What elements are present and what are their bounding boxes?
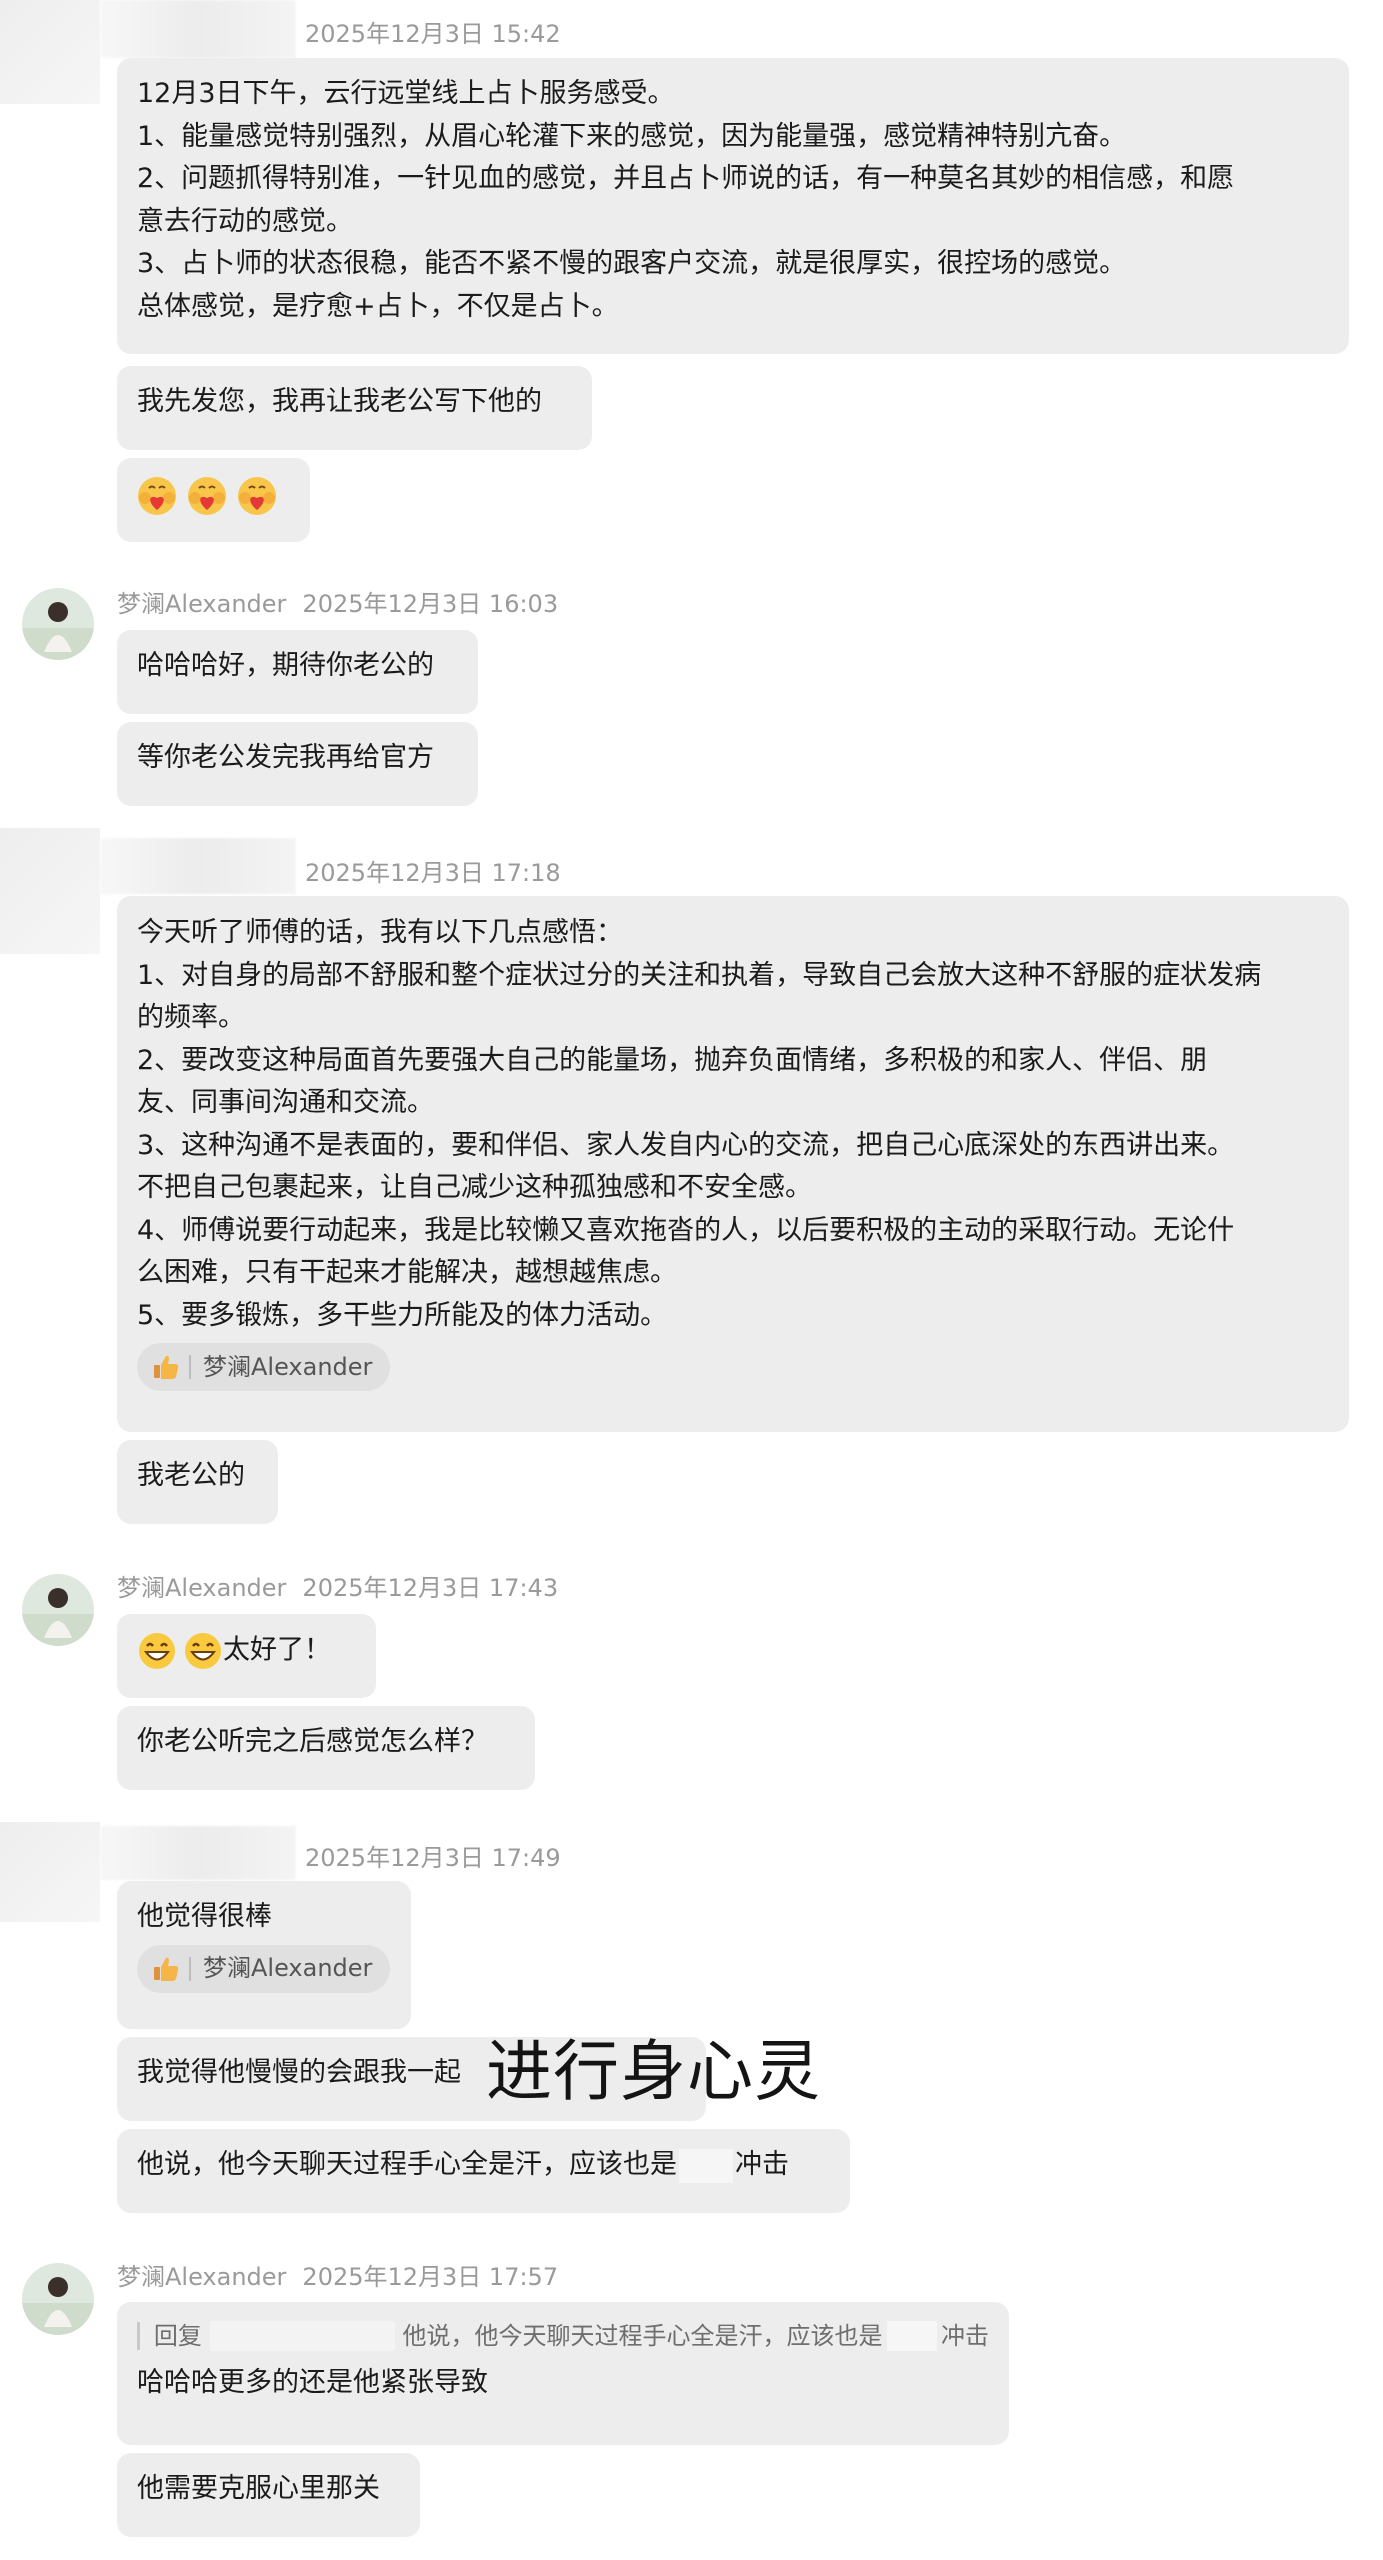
sender-name[interactable]: 梦澜Alexander (117, 590, 286, 618)
message-bubble[interactable]: 今天听了师傅的话，我有以下几点感悟： 1、对自身的局部不舒服和整个症状过分的关注… (117, 896, 1349, 1432)
message-line: 2、要改变这种局面首先要强大自己的能量场，抛弃负面情绪，多积极的和家人、伴侣、朋 (137, 1044, 1208, 1076)
message-bubble[interactable]: 我老公的 (117, 1440, 278, 1524)
heart-hug-emoji-icon (188, 477, 226, 515)
message-text: 我老公的 (137, 1460, 245, 1491)
message-bubble[interactable]: 他说，他今天聊天过程手心全是汗，应该也是 冲击 (117, 2129, 850, 2213)
message-timestamp: 2025年12月3日 17:18 (305, 859, 561, 887)
heart-hug-emoji-icon (138, 477, 176, 515)
message-bubble[interactable]: 你老公听完之后感觉怎么样？ (117, 1706, 535, 1790)
message-line: 1、对自身的局部不舒服和整个症状过分的关注和执着，导致自己会放大这种不舒服的症状… (137, 959, 1262, 991)
message-timestamp: 2025年12月3日 17:49 (305, 1844, 561, 1872)
message-text: 哈哈哈好，期待你老公的 (137, 650, 434, 681)
quote-label: 回复 (153, 2321, 202, 2350)
message-timestamp: 2025年12月3日 17:57 (302, 2263, 559, 2291)
avatar-image (22, 2263, 94, 2335)
redacted-word (679, 2148, 733, 2183)
redacted-quoted-sender (209, 2321, 395, 2351)
grinning-face-emoji-icon (185, 1632, 221, 1669)
message-line: 12月3日下午，云行远堂线上占卜服务感受。 (137, 78, 675, 109)
avatar-image (22, 1574, 94, 1646)
sender-name[interactable]: 梦澜Alexander (117, 2263, 286, 2291)
quoted-text: 他说，他今天聊天过程手心全是汗，应该也是 (402, 2321, 883, 2350)
message-line: 总体感觉，是疗愈+占卜，不仅是占卜。 (137, 290, 619, 322)
message-text: 等你老公发完我再给官方 (137, 742, 434, 773)
message-text: 他需要克服心里那关 (137, 2473, 380, 2504)
message-text: 他说，他今天聊天过程手心全是汗，应该也是 (137, 2149, 677, 2180)
emoji-message-bubble[interactable] (117, 458, 310, 542)
redacted-avatar (0, 828, 100, 954)
quote-bar (137, 2322, 140, 2350)
message-line: 的频率。 (137, 1002, 245, 1033)
redacted-avatar (0, 0, 100, 104)
message-line: 友、同事间沟通和交流。 (137, 1087, 434, 1118)
avatar[interactable] (22, 1574, 94, 1646)
reaction-user-name: 梦澜Alexander (203, 1954, 373, 1983)
message-text-suffix: 冲击 (735, 2149, 789, 2180)
sender-name[interactable]: 梦澜Alexander (117, 1574, 286, 1602)
message-line: 不把自己包裹起来，让自己减少这种孤独感和不安全感。 (137, 1172, 812, 1203)
message-line: 4、师傅说要行动起来，我是比较懒又喜欢拖沓的人，以后要积极的主动的采取行动。无论… (137, 1214, 1235, 1246)
message-timestamp: 2025年12月3日 16:03 (302, 590, 559, 618)
avatar[interactable] (22, 2263, 94, 2335)
message-line: 5、要多锻炼，多干些力所能及的体力活动。 (137, 1299, 668, 1331)
message-text: 哈哈哈更多的还是他紧张导致 (137, 2367, 488, 2398)
message-line: 3、占卜师的状态很稳，能否不紧不慢的跟客户交流，就是很厚实，很控场的感觉。 (137, 248, 1127, 279)
message-bubble[interactable]: 太好了！ (117, 1614, 376, 1698)
reaction-chip[interactable]: 梦澜Alexander (137, 1944, 391, 1993)
avatar[interactable] (22, 588, 94, 660)
message-text: 太好了！ (223, 1634, 331, 1666)
message-line: 意去行动的感觉。 (137, 205, 353, 237)
message-line: 么困难，只有干起来才能解决，越想越焦虑。 (137, 1257, 677, 1288)
message-timestamp: 2025年12月3日 15:42 (305, 20, 561, 48)
message-bubble[interactable]: 等你老公发完我再给官方 (117, 722, 478, 806)
thumbs-up-icon (154, 1957, 179, 1981)
heart-hug-emoji-icon (238, 477, 276, 515)
message-timestamp: 2025年12月3日 17:43 (302, 1574, 559, 1602)
redacted-sender-name (100, 0, 296, 58)
message-text: 他觉得很棒 (137, 1901, 272, 1932)
message-line: 2、问题抓得特别准，一针见血的感觉，并且占卜师说的话，有一种莫名其妙的相信感，和… (137, 163, 1235, 194)
message-bubble[interactable]: 他觉得很棒 梦澜Alexander (117, 1881, 411, 2029)
message-bubble[interactable]: 哈哈哈好，期待你老公的 (117, 630, 478, 714)
message-bubble[interactable]: 12月3日下午，云行远堂线上占卜服务感受。 1、能量感觉特别强烈，从眉心轮灌下来… (117, 58, 1349, 354)
message-text: 你老公听完之后感觉怎么样？ (137, 1726, 488, 1757)
avatar-image (22, 588, 94, 660)
quoted-message[interactable]: 回复 他说，他今天聊天过程手心全是汗，应该也是 冲击 (137, 2314, 989, 2358)
redacted-word (886, 2321, 938, 2351)
reaction-user-name: 梦澜Alexander (203, 1352, 373, 1381)
message-line: 3、这种沟通不是表面的，要和伴侣、家人发自内心的交流，把自己心底深处的东西讲出来… (137, 1129, 1235, 1161)
overlay-caption-text: 进行身心灵 (486, 2033, 821, 2110)
quoted-text-suffix: 冲击 (941, 2321, 990, 2350)
message-line: 1、能量感觉特别强烈，从眉心轮灌下来的感觉，因为能量强，感觉精神特别亢奋。 (137, 120, 1127, 152)
redacted-sender-name (100, 1826, 296, 1880)
message-bubble[interactable]: 他需要克服心里那关 (117, 2453, 420, 2537)
message-line: 今天听了师傅的话，我有以下几点感悟： (137, 917, 623, 948)
message-bubble[interactable]: 我先发您，我再让我老公写下他的 (117, 366, 592, 450)
thumbs-up-icon (154, 1355, 179, 1379)
redacted-avatar (0, 1822, 100, 1922)
redacted-sender-name (100, 838, 296, 894)
grinning-face-emoji-icon (139, 1632, 175, 1669)
message-text: 我先发您，我再让我老公写下他的 (137, 386, 542, 417)
reaction-chip[interactable]: 梦澜Alexander (137, 1343, 391, 1391)
reply-message-bubble[interactable]: 回复 他说，他今天聊天过程手心全是汗，应该也是 冲击 哈哈哈更多的还是他紧张导致 (117, 2302, 1009, 2445)
